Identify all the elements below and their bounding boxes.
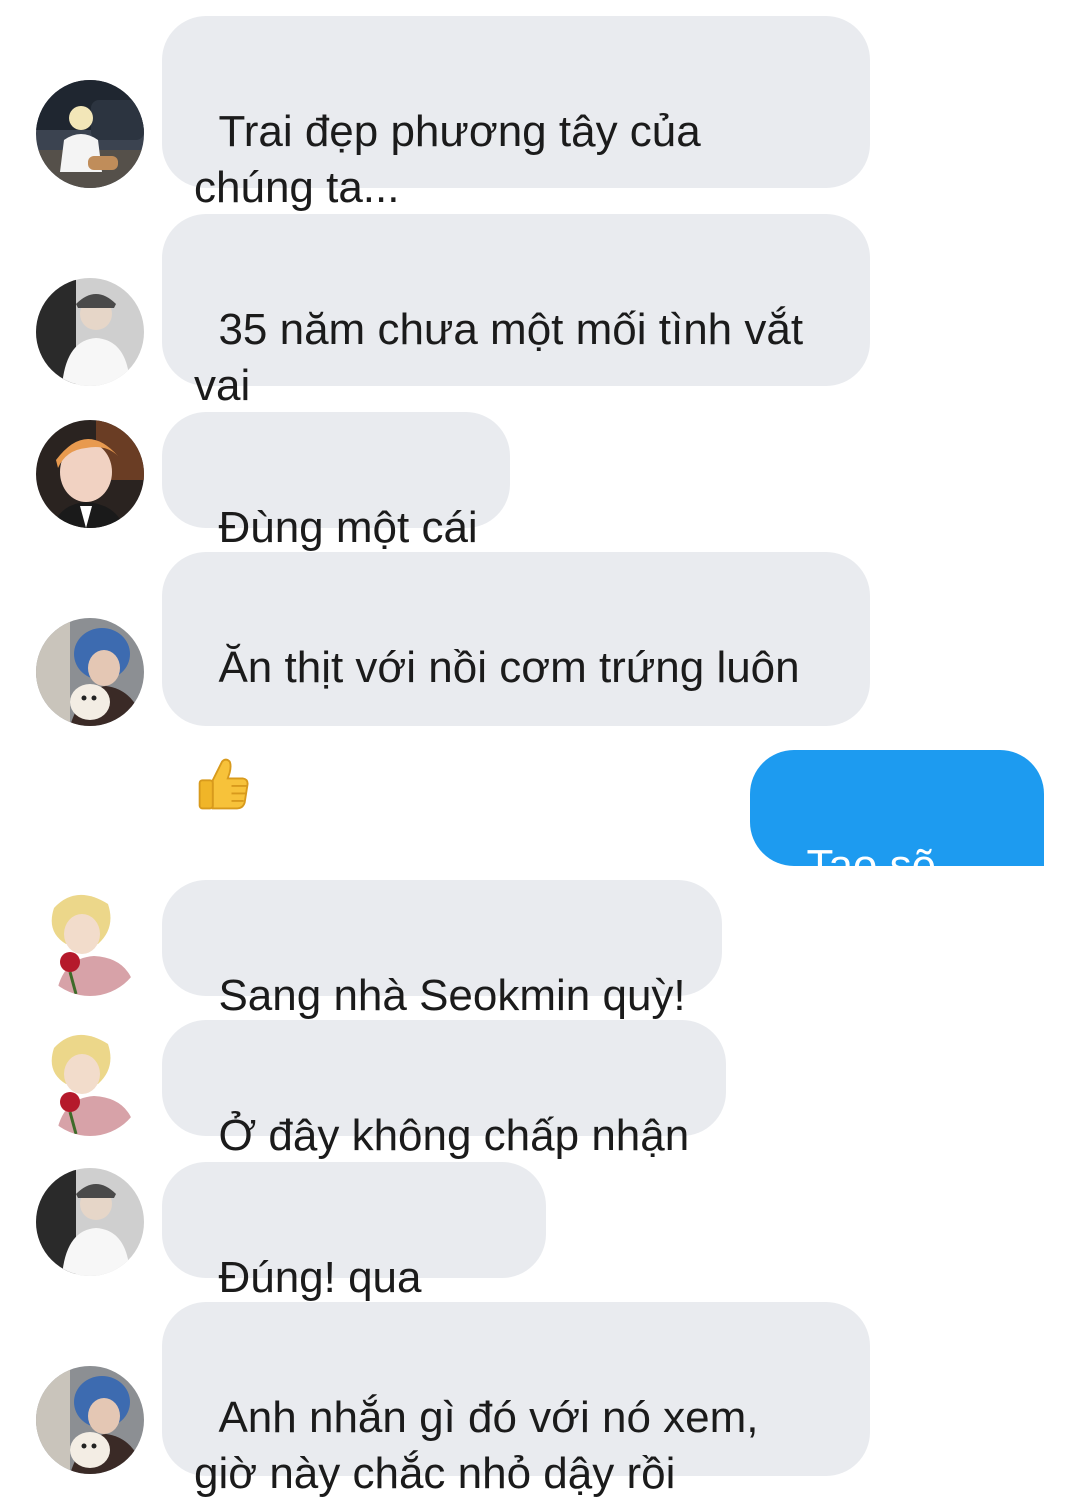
message-text: Anh nhắn gì đó với nó xem, giờ này chắc … [194,1393,759,1498]
message-text: Ăn thịt với nồi cơm trứng luôn [218,643,800,692]
avatar-blue-hair-dog[interactable] [36,618,144,726]
message-text: Ở đây không chấp nhận [218,1111,690,1160]
avatar-blond-rose[interactable] [36,888,144,996]
message-bubble[interactable]: Sang nhà Seokmin quỳ! [162,880,722,1020]
message-text: Đùng một cái [218,503,478,552]
avatar-orange-hair[interactable] [36,420,144,528]
avatar-blond-with-car[interactable] [36,80,144,188]
avatar-white-shirt[interactable] [36,1168,144,1276]
message-bubble-outgoing[interactable]: Tao sẽ quỳ [750,750,1044,946]
message-text: Sang nhà Seokmin quỳ! [218,971,686,1020]
thumbs-up-icon [198,758,249,810]
message-bubble[interactable]: Anh nhắn gì đó với nó xem, giờ này chắc … [162,1302,870,1498]
message-text: 35 năm chưa một mối tình vắt vai [194,305,804,410]
message-text: Tao sẽ quỳ [782,841,949,946]
message-bubble[interactable]: Đùng một cái [162,412,510,552]
message-bubble[interactable]: Ở đây không chấp nhận [162,1020,726,1160]
message-bubble[interactable]: Ăn thịt với nồi cơm trứng luôn [162,552,870,810]
avatar-blond-rose[interactable] [36,1028,144,1136]
message-bubble[interactable]: Trai đẹp phương tây của chúng ta... [162,16,870,212]
message-text: Trai đẹp phương tây của chúng ta... [194,107,701,212]
message-bubble[interactable]: Đúng! qua luôn [162,1162,546,1358]
avatar-blue-hair-dog[interactable] [36,1366,144,1474]
message-bubble[interactable]: 35 năm chưa một mối tình vắt vai [162,214,870,410]
avatar-white-shirt[interactable] [36,278,144,386]
